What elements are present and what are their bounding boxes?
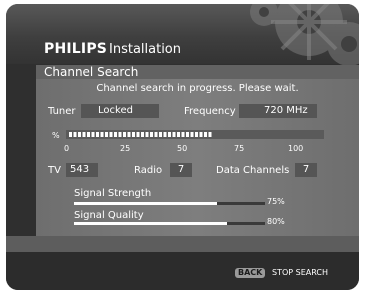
footer-bar: BACK STOP SEARCH bbox=[6, 252, 359, 290]
section-title: Installation bbox=[109, 42, 182, 57]
radio-label: Radio bbox=[134, 165, 163, 176]
signal-strength-label: Signal Strength bbox=[74, 188, 152, 199]
header-bar: PHILIPS Installation bbox=[6, 4, 359, 66]
data-channels-count: 7 bbox=[295, 163, 317, 177]
scale-tick-75: 75 bbox=[234, 144, 245, 153]
search-progress-fill bbox=[69, 132, 212, 137]
back-button[interactable]: BACK bbox=[235, 268, 266, 278]
philips-logo: PHILIPS bbox=[44, 41, 108, 57]
frequency-value: 720 MHz bbox=[239, 104, 317, 118]
data-channels-label: Data Channels bbox=[216, 165, 290, 176]
status-message: Channel search in progress. Please wait. bbox=[96, 83, 299, 94]
signal-quality-value: 80% bbox=[267, 217, 285, 226]
signal-quality-meter bbox=[74, 222, 227, 225]
tuner-value: Locked bbox=[81, 104, 159, 118]
signal-strength-meter bbox=[74, 202, 218, 205]
radio-count: 7 bbox=[170, 163, 192, 177]
signal-strength-value: 75% bbox=[267, 197, 285, 206]
frequency-label: Frequency bbox=[184, 106, 236, 117]
gears-graphic bbox=[250, 4, 359, 66]
signal-quality-label: Signal Quality bbox=[74, 210, 144, 221]
page-title: Channel Search bbox=[36, 65, 359, 79]
scale-tick-25: 25 bbox=[120, 144, 131, 153]
tv-menu-screen: PHILIPS Installation Channel Search Chan… bbox=[6, 4, 359, 290]
stop-search-action[interactable]: STOP SEARCH bbox=[272, 268, 328, 278]
scale-tick-0: 0 bbox=[64, 144, 70, 153]
panel-bottom-strip bbox=[6, 236, 359, 252]
scale-tick-50: 50 bbox=[177, 144, 188, 153]
tuner-label: Tuner bbox=[48, 106, 76, 117]
scale-tick-100: 100 bbox=[288, 144, 304, 153]
tv-label: TV bbox=[48, 165, 61, 176]
tv-count: 543 bbox=[66, 163, 98, 177]
progress-percent-label: % bbox=[52, 131, 60, 140]
channel-search-panel: Channel search in progress. Please wait.… bbox=[36, 79, 359, 236]
